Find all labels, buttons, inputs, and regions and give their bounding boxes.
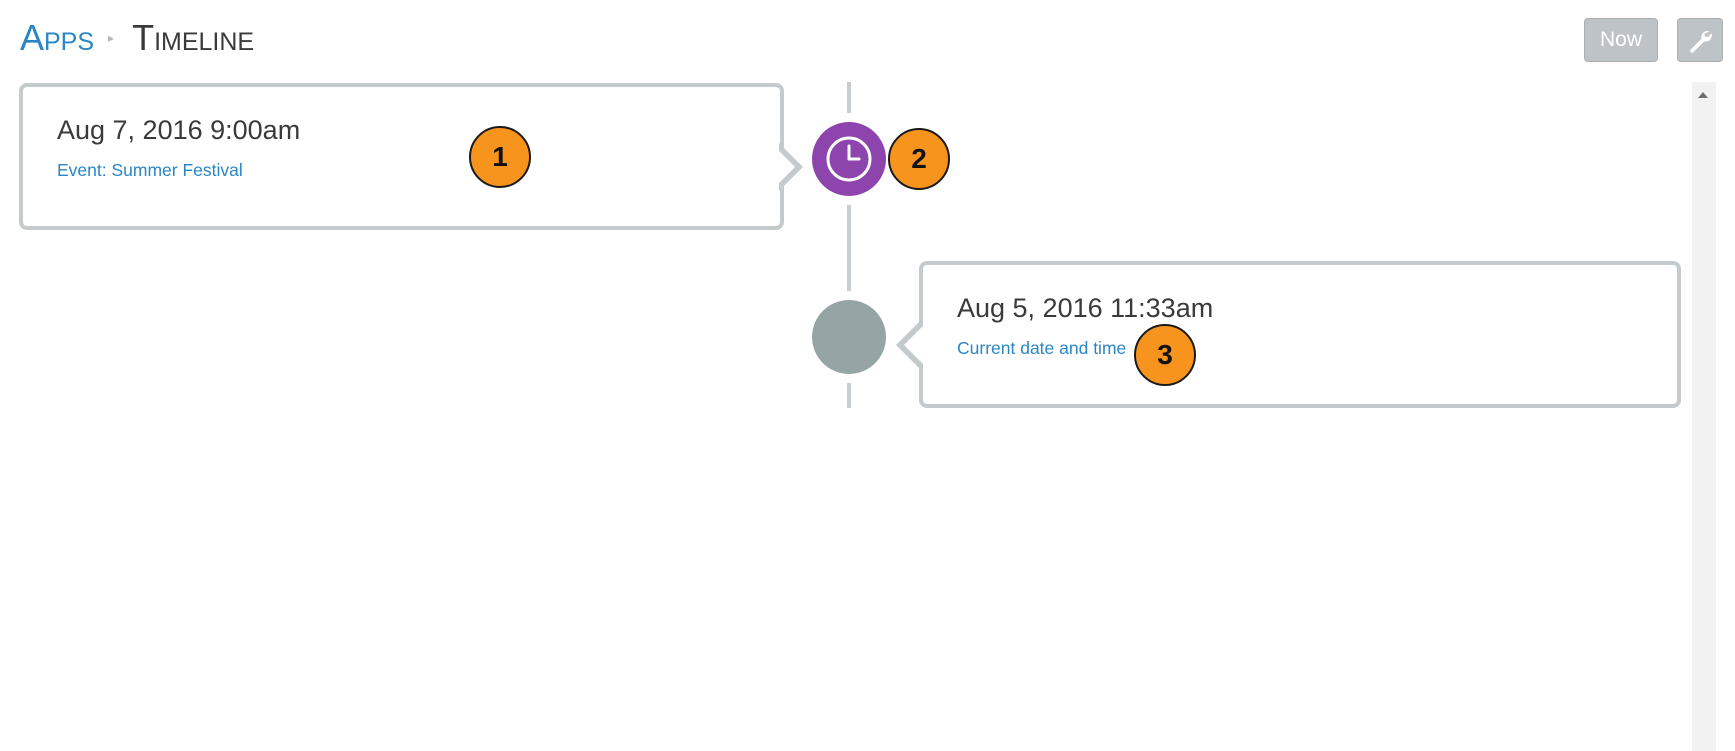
timeline-node-marker [812,122,886,196]
header-actions: Now [1584,18,1735,64]
card-pointer-inner [904,326,923,364]
event-date: Aug 5, 2016 11:33am [957,293,1214,323]
timeline-event-card: Aug 7, 2016 9:00am Event: Summer Festiva… [19,83,784,230]
card-pointer-inner [776,148,795,186]
tools-button[interactable] [1677,18,1723,62]
timeline-node[interactable] [803,291,895,383]
vertical-scrollbar[interactable] [1692,82,1716,751]
scroll-up-arrow-icon[interactable] [1698,92,1708,98]
callout-badge: 2 [888,128,950,190]
breadcrumb-separator-icon: ▸ [108,31,115,45]
timeline-event-card: Aug 5, 2016 11:33am Current date and tim… [919,261,1681,408]
timeline-line [847,196,851,294]
callout-badge: 1 [469,126,531,188]
breadcrumb-apps-link[interactable]: Apps [20,17,94,59]
page-title: Timeline [132,17,255,58]
breadcrumb: Apps ▸ Timeline [20,8,254,68]
wrench-icon [1690,31,1712,53]
clock-icon [826,136,872,182]
now-button[interactable]: Now [1584,18,1658,62]
event-link[interactable]: Current date and time [957,338,1126,359]
timeline-node[interactable] [803,113,895,205]
callout-badge: 3 [1134,324,1196,386]
event-link[interactable]: Event: Summer Festival [57,160,243,181]
event-date: Aug 7, 2016 9:00am [57,115,301,145]
timeline-node-marker [812,300,886,374]
